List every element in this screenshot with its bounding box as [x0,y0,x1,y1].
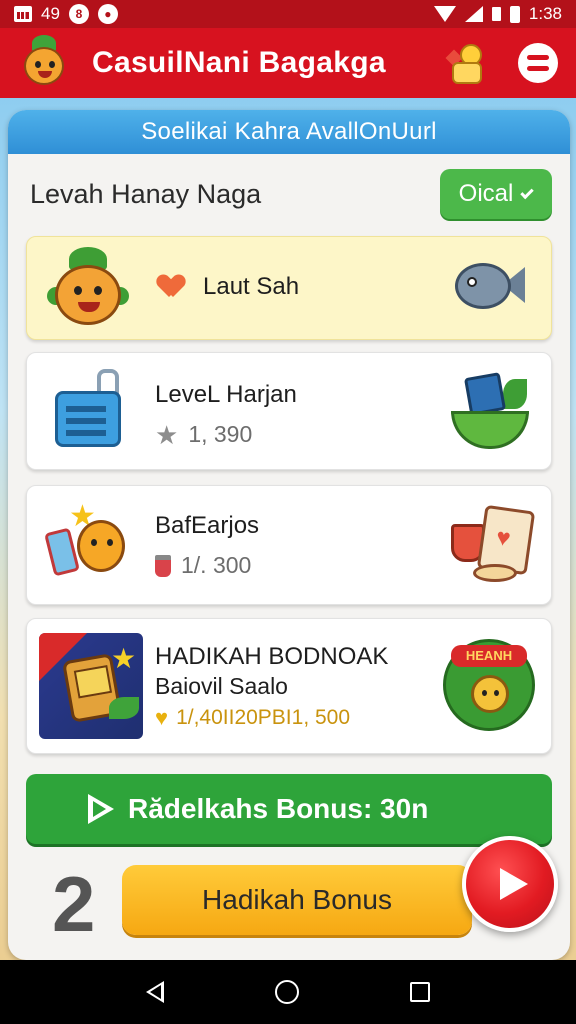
gift-coin-icon[interactable] [445,40,492,86]
list-item-title: BafEarjos [155,512,260,539]
briefcase-icon [51,367,131,453]
app-bar: CasuilNani Bagakga [0,28,576,98]
pineapple-character-icon [47,247,129,329]
sim-icon [491,7,501,21]
medal-icon: HEANH [441,637,537,733]
list-item-title: HADIKAH BODNOAK [155,643,389,670]
notification-icon [14,6,32,22]
heart-icon: ♥ [155,705,169,730]
cheering-character-icon: ★ [44,502,137,586]
recent-apps-icon[interactable] [410,982,431,1002]
pineapple-mascot-icon [18,35,70,91]
play-button[interactable] [462,836,558,932]
play-icon [500,868,528,900]
game-device-icon: ★ [39,633,143,739]
list-item[interactable]: ★ HADIKAH BODNOAK Baiovil Saalo ♥ 1/,40I… [26,618,552,754]
list-item-subtitle: ★ 1, 390 [155,421,252,448]
battery-icon [509,5,520,23]
hadikah-bonus-button[interactable]: Hadikah Bonus [122,865,472,935]
bonus-bar-label: Rădelkahs Bonus: 30n [128,793,429,824]
status-right: 1:38 [433,4,562,24]
cup-icon [155,554,171,577]
medal-label: HEANH [451,645,527,667]
bonus-bar-button[interactable]: Rădelkahs Bonus: 30n [26,774,552,844]
status-bar: 49 8 ● 1:38 [0,0,576,28]
menu-button[interactable] [518,43,558,83]
play-icon [88,794,114,824]
list-item[interactable]: Laut Sah [26,236,552,340]
list-item[interactable]: ★ BafEarjos 1/. 300 [26,485,552,605]
status-number: 49 [41,4,60,23]
list-item-title: LeveL Harjan [155,381,297,408]
app-title: CasuilNani Bagakga [92,46,386,79]
fish-icon [451,255,525,317]
list-item-subtitle: 1/. 300 [155,552,251,579]
heart-icon [159,275,183,299]
check-icon [520,185,535,199]
list-item-value: 1, 390 [188,421,253,447]
status-left: 49 8 ● [14,4,118,24]
ok-button-label: Oical [458,180,514,207]
level-number: 2 [52,860,96,948]
navigation-bar [0,960,576,1024]
salad-bowl-icon [447,371,533,451]
list-item-subtitle: Baiovil Saalo [155,673,288,699]
list-item[interactable]: LeveL Harjan ★ 1, 390 [26,352,552,470]
menu-icon-bar [527,66,549,71]
list-item-value: 1/,40II20PBI1, 500 [176,706,351,729]
star-icon: ★ [155,419,179,450]
menu-icon-bar [527,55,549,60]
status-time: 1:38 [528,4,562,23]
badge-icon: 8 [68,4,89,24]
main-card: Soelikai Kahra AvallOnUurl Levah Hanay N… [8,110,570,960]
card-header-title: Levah Hanay Naga [30,178,262,209]
wifi-icon [433,6,456,22]
ok-button[interactable]: Oical [440,169,552,219]
card-heart-icon [447,504,536,586]
record-icon: ● [97,4,118,24]
signal-icon [464,6,483,22]
list-item-value: 1/. 300 [181,552,252,578]
card-header: Levah Hanay Naga Oical [8,154,570,234]
list-item-bonus: ♥ 1/,40II20PBI1, 500 [155,705,350,731]
back-icon[interactable] [145,981,164,1003]
list-item-title: Laut Sah [203,273,300,300]
home-icon[interactable] [274,980,299,1004]
card-banner: Soelikai Kahra AvallOnUurl [8,110,570,154]
